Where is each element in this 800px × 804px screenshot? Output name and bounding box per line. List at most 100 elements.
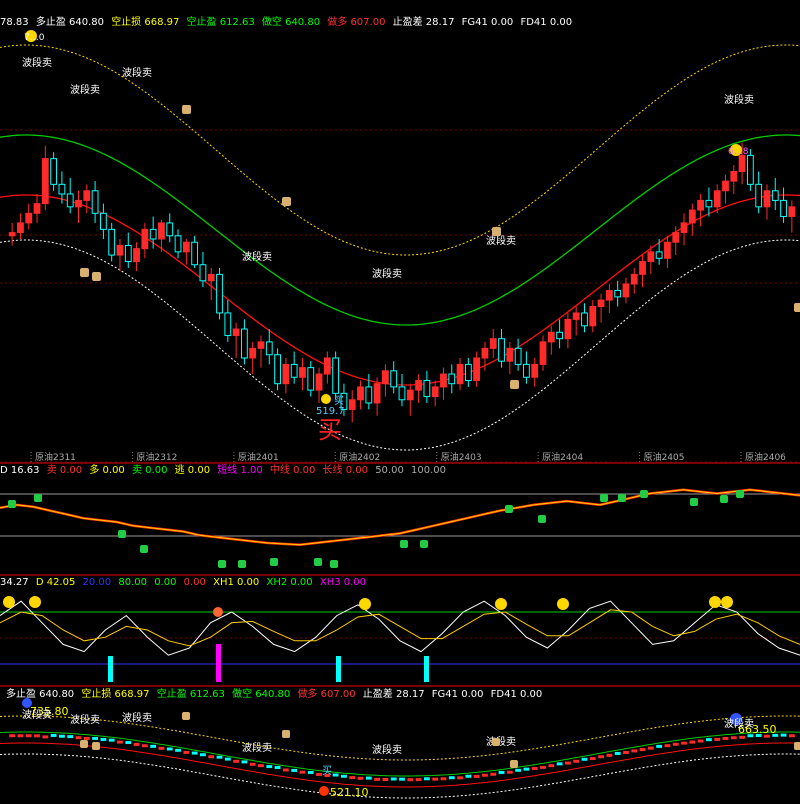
- bottom-candle: [598, 755, 604, 759]
- signal-icon: [538, 515, 546, 523]
- candle-body: [66, 193, 74, 208]
- bottom-buy-label: 买: [322, 765, 332, 777]
- candle-body: [99, 212, 107, 230]
- candle-body: [265, 341, 273, 356]
- candle-body: [531, 363, 539, 378]
- bottom-candle: [274, 765, 281, 769]
- bottom-candle: [75, 736, 82, 740]
- bottom-candle: [200, 753, 206, 757]
- wave-sell-label: 波段卖: [242, 250, 272, 263]
- bottom-candle: [291, 768, 298, 772]
- signal-bar: [108, 656, 113, 682]
- bottom-candle: [349, 776, 356, 780]
- signal-bar: [216, 644, 221, 656]
- signal-icon: [270, 558, 278, 566]
- candle-body: [697, 199, 705, 211]
- bottom-candle: [706, 738, 712, 742]
- candle-body: [315, 373, 323, 391]
- bottom-candle: [432, 777, 439, 781]
- wave-sell-label: 波段卖: [70, 83, 100, 96]
- bottom-candle: [83, 736, 90, 740]
- bottom-candle: [191, 751, 198, 755]
- signal-icon: [238, 560, 246, 568]
- bottom-candle: [664, 744, 671, 748]
- header-main-item: 空止盈 612.63: [186, 17, 255, 28]
- bottom-candle: [490, 772, 497, 776]
- bottom-candle: [241, 760, 248, 764]
- bottom-candle: [25, 734, 32, 738]
- bottom-candle: [59, 734, 65, 738]
- bottom-candle: [465, 774, 472, 778]
- bottom-candle: [50, 733, 57, 737]
- panel2-item: 卖 0.00: [46, 465, 83, 476]
- bottom-candle: [108, 738, 115, 742]
- signal-icon: [690, 498, 698, 506]
- candle-body: [655, 251, 663, 259]
- bottom-candle: [548, 764, 555, 768]
- chart-svg: 原油2311 原油2312 原油2401 原油2402 原油2403 原油2404 原油24…: [0, 30, 800, 799]
- smiley-icon: [321, 394, 331, 404]
- candle-body: [473, 357, 481, 381]
- bottom-item: 多止盈 640.80: [6, 689, 75, 700]
- header-main: 78.83 多止盈 640.80 空止损 668.97 空止盈 612.63 做…: [0, 17, 576, 29]
- candle-body: [257, 341, 265, 349]
- bottom-candle: [415, 778, 422, 782]
- candle-body: [174, 235, 182, 253]
- bottom-candle: [133, 742, 140, 746]
- candle-body: [489, 338, 497, 349]
- peak-marker-label: 6…8: [728, 147, 749, 157]
- signal-icon: [618, 494, 626, 502]
- bottom-candle: [390, 777, 397, 781]
- candle-body: [17, 222, 24, 234]
- panel3-item: XH1 0.00: [213, 577, 260, 588]
- x-tick-label: 原油2401: [238, 451, 279, 463]
- candle-body: [224, 312, 232, 336]
- bottom-candle: [117, 740, 123, 744]
- bottom-candle: [739, 735, 745, 739]
- x-tick-label: 原油2403: [441, 451, 482, 463]
- bottom-candle: [208, 755, 215, 759]
- candle-body: [8, 232, 16, 237]
- bottom-candle: [332, 773, 339, 777]
- candle-body: [647, 251, 655, 263]
- candle-body: [664, 241, 671, 259]
- candle-body: [116, 244, 124, 256]
- candle-body: [622, 283, 630, 298]
- candle-body: [498, 338, 505, 362]
- panel2-item: 多 0.00: [89, 465, 125, 476]
- candle-body: [630, 273, 638, 285]
- candle-body: [91, 190, 99, 214]
- candle-body: [722, 180, 729, 192]
- signal-icon: [600, 494, 608, 502]
- bottom-candle: [266, 765, 273, 769]
- candle-body: [232, 328, 240, 336]
- bottom-wave-sell: 波段卖: [70, 713, 100, 726]
- candle-body: [514, 347, 522, 365]
- header-main-item: 空止损 668.97: [111, 17, 180, 28]
- signal-icon: [118, 530, 126, 538]
- bottom-candle: [407, 778, 414, 782]
- signal-icon: [330, 560, 338, 568]
- smiley-icon: [495, 598, 507, 610]
- header-main-item: FG41 0.00: [461, 17, 514, 28]
- bottom-candle: [224, 757, 231, 761]
- bottom-candle: [299, 770, 306, 774]
- candle-body: [581, 312, 588, 327]
- candle-body: [398, 386, 406, 401]
- bottom-candle: [722, 736, 729, 740]
- candle-body: [390, 370, 398, 388]
- bottom-candle: [9, 734, 16, 738]
- candle-body: [290, 363, 298, 378]
- signal-icon: [8, 500, 16, 508]
- bottom-candle: [141, 744, 148, 748]
- bottom-candle: [614, 751, 621, 755]
- bottom-candle: [515, 768, 522, 772]
- candle-body: [423, 379, 431, 398]
- hand-icon: [92, 742, 100, 750]
- candle-body: [75, 199, 82, 208]
- candle-body: [771, 190, 779, 201]
- signal-icon: [420, 540, 428, 548]
- header-main-item: 止盈差 28.17: [392, 17, 455, 28]
- bottom-candle: [365, 776, 372, 780]
- bottom-item: 空止盈 612.63: [156, 689, 225, 700]
